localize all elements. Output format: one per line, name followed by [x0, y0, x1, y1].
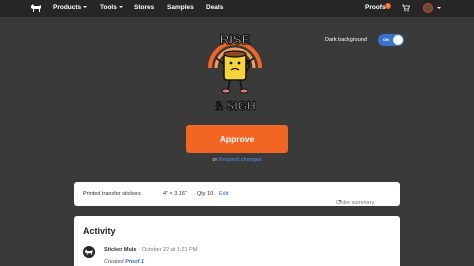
- dark-background-toggle[interactable]: ON: [378, 34, 404, 46]
- nav-products-label: Products: [53, 4, 82, 11]
- request-changes-line: or Request changes: [0, 157, 474, 163]
- product-name: Printed transfer stickers: [83, 191, 141, 197]
- nav-proofs[interactable]: Proofs: [365, 4, 386, 11]
- chevron-down-icon: [83, 6, 88, 9]
- nav-tools-label: Tools: [100, 4, 117, 11]
- sticker-preview: RISE & SIGH: [208, 31, 262, 114]
- mule-logo-icon: [83, 246, 95, 258]
- toggle-state-text: ON: [383, 37, 389, 42]
- approve-button[interactable]: Approve: [186, 125, 288, 153]
- chevron-down-icon: [118, 6, 123, 9]
- cart-icon[interactable]: [402, 4, 410, 12]
- chevron-down-icon[interactable]: [437, 7, 441, 9]
- activity-author: Sticker Mule: [104, 247, 137, 253]
- order-summary-card: Printed transfer stickers 4" × 3.16" Qty…: [74, 182, 400, 206]
- activity-entry-text: Created Proof 1: [104, 259, 144, 265]
- activity-time: October 22 at 1:21 PM: [142, 247, 198, 253]
- proof-link[interactable]: Proof 1: [125, 259, 144, 265]
- user-avatar[interactable]: [423, 3, 433, 13]
- sticker-title-bottom: & SIGH: [214, 99, 255, 113]
- edit-link[interactable]: Edit: [219, 191, 228, 197]
- nav-deals[interactable]: Deals: [206, 4, 223, 11]
- activity-title: Activity: [83, 226, 116, 236]
- or-text: or: [212, 157, 218, 163]
- nav-stores[interactable]: Stores: [134, 4, 154, 11]
- chevron-down-icon: [338, 200, 342, 202]
- nav-samples[interactable]: Samples: [167, 4, 194, 11]
- proofs-count-badge: 1: [385, 3, 391, 9]
- top-nav: Products Tools Stores Samples Deals Proo…: [0, 0, 474, 17]
- toggle-knob: [393, 35, 403, 45]
- product-qty: Qty 10: [197, 191, 214, 197]
- sticker-title-top: RISE: [220, 32, 251, 47]
- product-size: 4" × 3.16": [163, 191, 187, 197]
- dark-background-label: Dark background: [325, 37, 367, 43]
- request-changes-link[interactable]: Request changes: [219, 157, 262, 163]
- nav-products[interactable]: Products: [53, 4, 88, 11]
- mule-logo-icon[interactable]: [30, 3, 42, 13]
- created-text: Created: [104, 259, 124, 265]
- activity-card: Activity Sticker Mule October 22 at 1:21…: [74, 216, 400, 266]
- nav-tools[interactable]: Tools: [100, 4, 123, 11]
